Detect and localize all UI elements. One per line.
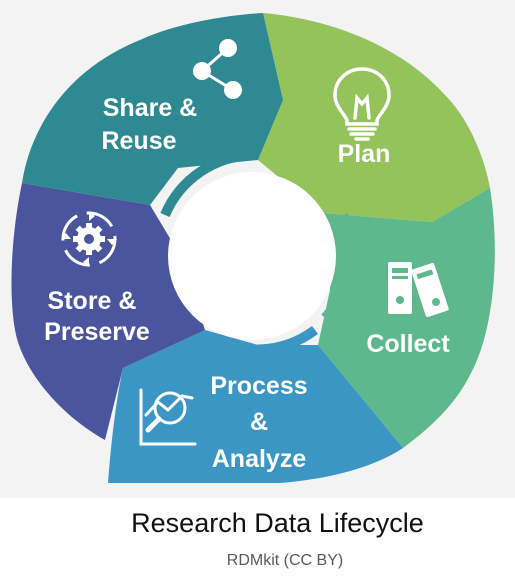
stage-label-plan: Plan bbox=[338, 140, 391, 168]
stage-label-process-1: Process bbox=[210, 372, 307, 400]
stage-label-share-1: Share & bbox=[103, 94, 197, 122]
stage-label-store-1: Store & bbox=[48, 287, 137, 315]
lifecycle-diagram: Plan Collect Process & Analyze Store & P… bbox=[0, 0, 515, 498]
lifecycle-wheel: Plan Collect Process & Analyze Store & P… bbox=[11, 13, 495, 483]
center-hole bbox=[168, 172, 336, 340]
stage-label-store-2: Preserve bbox=[44, 318, 150, 346]
stage-label-collect: Collect bbox=[366, 330, 450, 358]
caption-credit: RDMkit (CC BY) bbox=[226, 552, 344, 569]
stage-label-process-3: Analyze bbox=[212, 445, 307, 473]
stage-label-process-2: & bbox=[250, 408, 268, 436]
caption-title: Research Data Lifecycle bbox=[131, 508, 424, 538]
stage-label-share-2: Reuse bbox=[101, 127, 176, 155]
